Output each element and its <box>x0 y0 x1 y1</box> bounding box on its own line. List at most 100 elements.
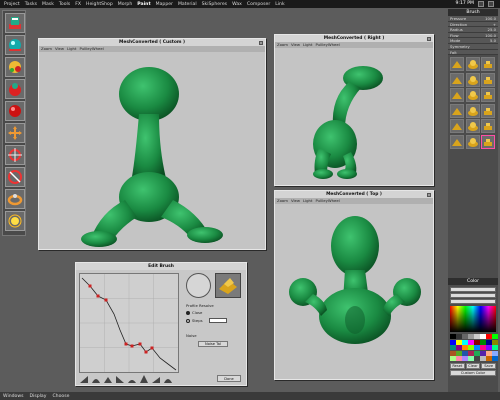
color-swatch[interactable] <box>450 350 456 356</box>
color-value-field-3[interactable] <box>450 299 496 304</box>
brush-slot[interactable] <box>481 134 495 149</box>
color-spectrum[interactable] <box>450 306 496 332</box>
color-swatch[interactable] <box>462 334 468 339</box>
color-swatch[interactable] <box>468 345 474 350</box>
color-swatch[interactable] <box>474 345 480 350</box>
color-reset-button[interactable]: Reset <box>450 363 465 369</box>
material-ball-tool[interactable] <box>5 57 25 77</box>
profile-curve-editor[interactable] <box>79 273 179 373</box>
color-swatch[interactable] <box>462 350 468 356</box>
menu-wax[interactable]: Wax <box>232 2 242 7</box>
color-swatch[interactable] <box>468 334 474 339</box>
brush-slot[interactable] <box>465 57 480 72</box>
steps-input[interactable] <box>208 318 227 323</box>
color-swatch[interactable] <box>492 345 498 350</box>
lamp-tool[interactable] <box>5 211 25 231</box>
red-ball-tool[interactable] <box>5 101 25 121</box>
color-swatch[interactable] <box>450 356 456 361</box>
color-swatch[interactable] <box>480 345 486 350</box>
color-swatch[interactable] <box>492 339 498 345</box>
menu-project[interactable]: Project <box>4 2 20 7</box>
done-button[interactable]: Done <box>217 375 241 382</box>
brush-slot[interactable] <box>481 57 495 72</box>
brush-slot[interactable] <box>465 88 480 103</box>
dialog-title[interactable]: Edit Brush <box>76 263 246 270</box>
color-swatch[interactable] <box>456 339 462 345</box>
color-swatch[interactable] <box>474 350 480 356</box>
option-steps[interactable]: Steps <box>186 318 227 323</box>
color-value-field-2[interactable] <box>450 293 496 298</box>
menu-morph[interactable]: Morph <box>118 2 133 7</box>
mask-ball-tool[interactable] <box>5 79 25 99</box>
menu-skispheres[interactable]: SkiSpheres <box>202 2 227 7</box>
menu-mapper[interactable]: Mapper <box>156 2 173 7</box>
option-close[interactable]: Close <box>186 310 202 315</box>
close-app-button[interactable] <box>488 1 494 7</box>
brush-slot[interactable] <box>481 103 495 118</box>
color-swatch[interactable] <box>456 345 462 350</box>
color-swatch[interactable] <box>456 356 462 361</box>
color-swatch[interactable] <box>474 334 480 339</box>
menu-heightshop[interactable]: HeightShop <box>86 2 113 7</box>
viewport-top[interactable] <box>275 204 433 379</box>
custom-color-button[interactable]: Custom Color <box>450 370 496 376</box>
smooth-sphere-tool[interactable] <box>5 35 25 55</box>
color-clear-button[interactable]: Clear <box>465 363 481 369</box>
menu-paint[interactable]: Paint <box>137 2 150 7</box>
menu-display[interactable]: Display <box>30 394 47 399</box>
color-swatch[interactable] <box>480 350 486 356</box>
color-swatch[interactable] <box>462 339 468 345</box>
color-swatch[interactable] <box>462 356 468 361</box>
color-swatch[interactable] <box>492 334 498 339</box>
minimize-button[interactable] <box>478 1 484 7</box>
window-title[interactable]: MeshConverted ( Top ) <box>275 191 433 198</box>
brush-slot[interactable] <box>450 103 464 118</box>
brush-slot[interactable] <box>450 72 464 87</box>
window-title[interactable]: MeshConverted ( Custom ) <box>39 39 265 46</box>
brush-slot[interactable] <box>450 88 464 103</box>
color-swatch[interactable] <box>468 356 474 361</box>
color-swatch[interactable] <box>480 334 486 339</box>
color-value-field-1[interactable] <box>450 287 496 292</box>
color-swatch[interactable] <box>492 356 498 361</box>
menu-composer[interactable]: Composer <box>247 2 270 7</box>
window-close-button[interactable] <box>259 40 263 45</box>
color-swatch[interactable] <box>468 339 474 345</box>
color-swatch[interactable] <box>474 356 480 361</box>
color-swatch[interactable] <box>456 350 462 356</box>
menu-mask[interactable]: Mask <box>42 2 54 7</box>
brush-slot[interactable] <box>450 119 464 134</box>
color-swatch[interactable] <box>486 345 492 350</box>
color-swatch[interactable] <box>486 334 492 339</box>
menu-tasks[interactable]: Tasks <box>25 2 37 7</box>
brush-texture-preview[interactable] <box>215 273 241 298</box>
move-tool[interactable] <box>5 123 25 143</box>
viewport-right[interactable] <box>275 48 433 185</box>
preset-curves-icon[interactable] <box>79 375 179 383</box>
menu-fx[interactable]: FX <box>75 2 81 7</box>
menu-link[interactable]: Link <box>275 2 284 7</box>
brush-slot[interactable] <box>465 72 480 87</box>
color-swatch[interactable] <box>480 339 486 345</box>
rotate-tool[interactable] <box>5 145 25 165</box>
brush-slot[interactable] <box>481 72 495 87</box>
color-swatch[interactable] <box>486 339 492 345</box>
color-swatch[interactable] <box>492 350 498 356</box>
color-swatch[interactable] <box>468 350 474 356</box>
brush-slot[interactable] <box>465 134 480 149</box>
brush-slot[interactable] <box>465 119 480 134</box>
window-close-button[interactable] <box>427 192 431 197</box>
color-swatch[interactable] <box>474 339 480 345</box>
color-swatch[interactable] <box>486 350 492 356</box>
menu-choose[interactable]: Choose <box>52 394 69 399</box>
brush-slot[interactable] <box>450 134 464 149</box>
color-swatch[interactable] <box>456 334 462 339</box>
brush-slot[interactable] <box>481 119 495 134</box>
window-close-button[interactable] <box>427 36 431 41</box>
torus-tool[interactable] <box>5 189 25 209</box>
paint-brush-tool[interactable] <box>5 13 25 33</box>
color-swatch[interactable] <box>450 345 456 350</box>
color-swatch[interactable] <box>450 339 456 345</box>
color-swatch[interactable] <box>450 334 456 339</box>
brush-slot[interactable] <box>465 103 480 118</box>
